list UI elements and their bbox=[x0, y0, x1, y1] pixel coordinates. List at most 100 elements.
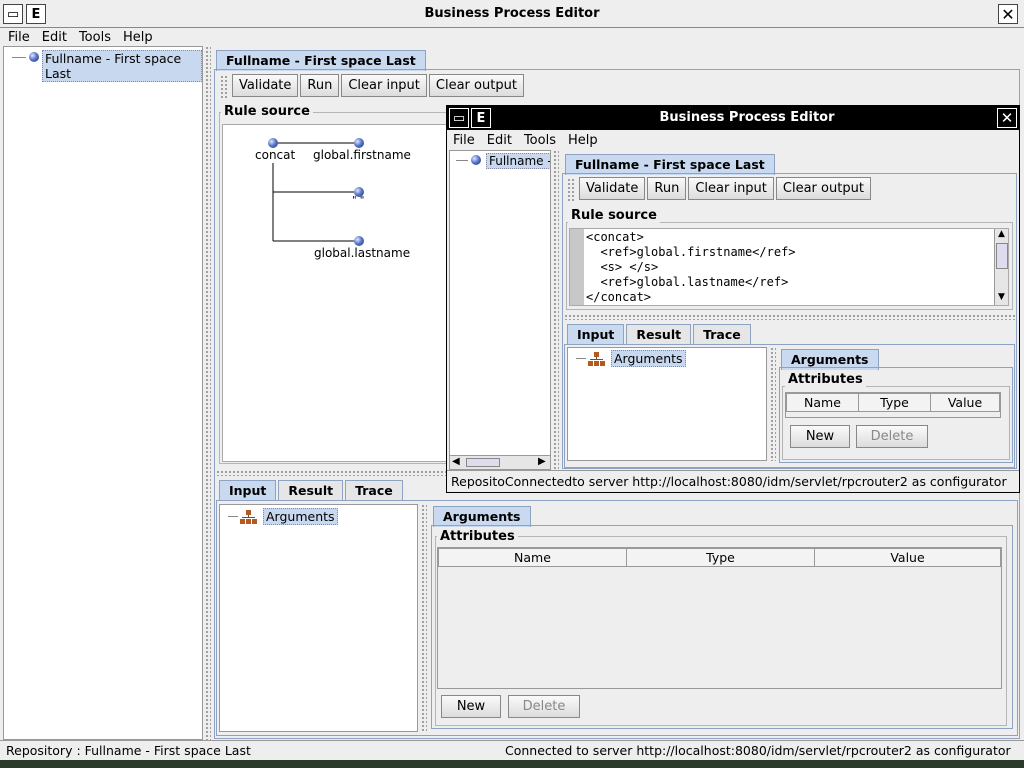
code-line: <s> </s> bbox=[586, 260, 659, 274]
tab-result[interactable]: Result bbox=[278, 480, 344, 501]
popup-attributes-table-header: Name Type Value bbox=[786, 393, 1000, 412]
clear-input-button[interactable]: Clear input bbox=[341, 74, 427, 97]
popup-menu-help[interactable]: Help bbox=[568, 133, 598, 148]
tab-document[interactable]: Fullname - First space Last bbox=[216, 50, 426, 71]
scroll-down-icon[interactable]: ▼ bbox=[998, 292, 1005, 302]
popup-window-icon: ▭ bbox=[452, 110, 466, 126]
rule-diagram[interactable]: concat global.firstname " " global.lastn… bbox=[222, 124, 448, 462]
popup-tab-trace[interactable]: Trace bbox=[693, 324, 751, 345]
popup-e-button[interactable]: E bbox=[471, 108, 491, 128]
col-value[interactable]: Value bbox=[815, 549, 1000, 566]
popup-validate-button[interactable]: Validate bbox=[579, 177, 646, 200]
popup-globe-icon bbox=[471, 155, 481, 165]
tab-trace[interactable]: Trace bbox=[345, 480, 403, 501]
popup-code-vscrollbar[interactable]: ▲ ▼ bbox=[994, 229, 1008, 305]
scroll-right-icon[interactable]: ▶ bbox=[538, 456, 546, 467]
main-menubar: File Edit Tools Help bbox=[8, 28, 165, 46]
popup-io-split-divider[interactable] bbox=[770, 347, 776, 461]
popup-close-icon: ✕ bbox=[1000, 109, 1014, 127]
main-title-bar: ▭ E Business Process Editor ✕ bbox=[0, 0, 1024, 28]
diagram-lines bbox=[272, 142, 357, 242]
popup-new-button[interactable]: New bbox=[790, 425, 850, 448]
popup-tree-hscrollbar[interactable]: ◀ ▶ bbox=[450, 455, 550, 469]
tab-input[interactable]: Input bbox=[219, 480, 277, 501]
popup-menu-edit[interactable]: Edit bbox=[487, 133, 512, 148]
popup-menu-tools[interactable]: Tools bbox=[524, 133, 556, 148]
popup-delete-button[interactable]: Delete bbox=[856, 425, 928, 448]
popup-col-value[interactable]: Value bbox=[931, 394, 999, 411]
space-node-label: " " bbox=[352, 195, 365, 206]
close-icon: ✕ bbox=[1001, 4, 1015, 24]
menu-tools[interactable]: Tools bbox=[79, 30, 111, 45]
popup-io-tabs: Input Result Trace bbox=[567, 324, 751, 345]
popup-title-bar: ▭ E Business Process Editor ✕ bbox=[447, 106, 1019, 130]
popup-attributes-title: Attributes bbox=[785, 372, 866, 387]
toolbar-grip[interactable] bbox=[220, 75, 228, 99]
io-split-divider[interactable] bbox=[421, 504, 427, 732]
popup-arguments-tree[interactable]: Arguments bbox=[567, 347, 767, 461]
popup-tab-input[interactable]: Input bbox=[567, 324, 625, 345]
close-button[interactable]: ✕ bbox=[998, 4, 1018, 24]
attributes-table[interactable]: Name Type Value bbox=[437, 547, 1002, 689]
lastname-node-label: global.lastname bbox=[314, 246, 411, 260]
split-divider[interactable] bbox=[205, 46, 211, 740]
arguments-tree[interactable]: Arguments bbox=[219, 504, 418, 732]
new-button[interactable]: New bbox=[441, 695, 501, 718]
code-line: <ref>global.lastname</ref> bbox=[586, 275, 789, 289]
popup-split-divider[interactable] bbox=[553, 150, 559, 470]
popup-scroll-thumb[interactable] bbox=[996, 243, 1008, 269]
popup-clear-input-button[interactable]: Clear input bbox=[688, 177, 774, 200]
popup-menubar: File Edit Tools Help bbox=[453, 131, 610, 149]
repository-tree[interactable]: Fullname - First space Last bbox=[3, 46, 203, 740]
popup-clear-output-button[interactable]: Clear output bbox=[775, 177, 871, 200]
scroll-left-icon[interactable]: ◀ bbox=[452, 456, 460, 467]
popup-tab-result[interactable]: Result bbox=[626, 324, 692, 345]
delete-button[interactable]: Delete bbox=[508, 695, 580, 718]
tab-arguments[interactable]: Arguments bbox=[433, 506, 531, 527]
popup-toolbar: Validate Run Clear input Clear output bbox=[579, 177, 871, 200]
popup-tab-document[interactable]: Fullname - First space Last bbox=[565, 154, 775, 175]
io-tabs: Input Result Trace bbox=[219, 480, 403, 501]
tree-root-item[interactable]: Fullname - First space Last bbox=[42, 50, 202, 82]
clear-output-button[interactable]: Clear output bbox=[428, 74, 524, 97]
scroll-up-icon[interactable]: ▲ bbox=[998, 229, 1005, 239]
popup-window: ▭ E Business Process Editor ✕ File Edit … bbox=[446, 105, 1020, 493]
popup-run-button[interactable]: Run bbox=[647, 177, 687, 200]
popup-title: Business Process Editor bbox=[659, 110, 835, 125]
popup-horizontal-divider[interactable] bbox=[564, 314, 1015, 320]
popup-attributes-table[interactable]: Name Type Value bbox=[785, 392, 1001, 418]
popup-hierarchy-icon bbox=[588, 351, 606, 366]
globe-icon bbox=[29, 52, 39, 62]
menu-help[interactable]: Help bbox=[123, 30, 153, 45]
menu-file[interactable]: File bbox=[8, 30, 30, 45]
popup-col-type[interactable]: Type bbox=[859, 394, 931, 411]
col-name[interactable]: Name bbox=[439, 549, 627, 566]
concat-node-label: concat bbox=[255, 148, 296, 162]
firstname-node-label: global.firstname bbox=[313, 148, 411, 162]
rule-source-title: Rule source bbox=[221, 104, 313, 119]
attributes-table-header: Name Type Value bbox=[438, 548, 1001, 567]
arguments-tree-item[interactable]: Arguments bbox=[263, 508, 338, 525]
firstname-node-icon bbox=[354, 138, 364, 148]
menu-edit[interactable]: Edit bbox=[42, 30, 67, 45]
concat-node-icon bbox=[268, 138, 278, 148]
scroll-thumb[interactable] bbox=[466, 458, 500, 467]
code-line: </concat> bbox=[586, 290, 652, 304]
popup-code-editor[interactable]: <concat> <ref>global.firstname</ref> <s>… bbox=[569, 228, 1009, 306]
popup-menu-file[interactable]: File bbox=[453, 133, 475, 148]
col-type[interactable]: Type bbox=[627, 549, 815, 566]
run-button[interactable]: Run bbox=[300, 74, 340, 97]
validate-button[interactable]: Validate bbox=[232, 74, 299, 97]
popup-tree-item[interactable]: Fullname - bbox=[486, 153, 550, 169]
popup-toolbar-grip[interactable] bbox=[567, 178, 575, 202]
popup-status-bar: RepositoConnectedto server http://localh… bbox=[447, 470, 1019, 492]
popup-col-name[interactable]: Name bbox=[787, 394, 859, 411]
popup-repository-tree[interactable]: Fullname - ◀ ▶ bbox=[449, 150, 551, 470]
main-toolbar: Validate Run Clear input Clear output bbox=[232, 74, 524, 97]
popup-window-menu-button[interactable]: ▭ bbox=[449, 108, 469, 128]
window-title: Business Process Editor bbox=[424, 6, 600, 21]
popup-rule-source-title: Rule source bbox=[568, 208, 660, 223]
popup-close-button[interactable]: ✕ bbox=[997, 108, 1017, 128]
status-right: Connected to server http://localhost:808… bbox=[505, 743, 1011, 758]
popup-arguments-tree-item[interactable]: Arguments bbox=[611, 350, 686, 367]
